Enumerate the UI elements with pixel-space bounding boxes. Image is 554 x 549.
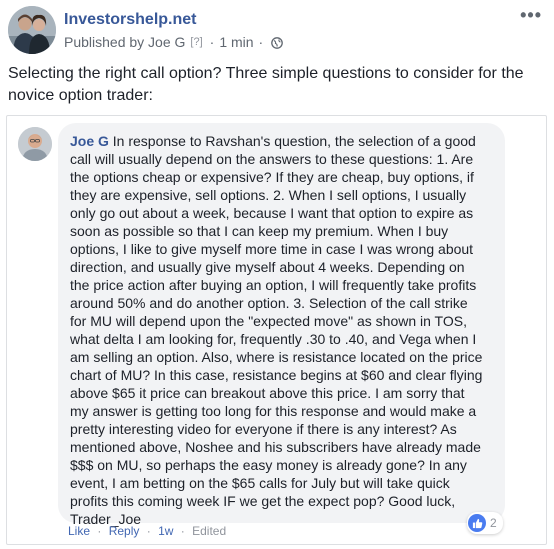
comment-line: my answer is getting too long for this r… <box>70 403 477 419</box>
edited-label[interactable]: Edited <box>192 524 226 538</box>
globe-icon[interactable] <box>271 36 284 49</box>
comment-line: event, I am betting on the $65 calls for… <box>70 475 450 491</box>
comment-line: direction, and usually give myself about… <box>70 259 465 275</box>
comment-line-1: Joe G In response to Ravshan's question,… <box>70 132 493 150</box>
publish-line: Published by Joe G [?] · 1 min · <box>64 34 284 50</box>
post-text: Selecting the right call option? Three s… <box>8 65 524 104</box>
meta-separator: · <box>209 34 215 50</box>
comment-line: $$$ on MU, so perhaps the easy money is … <box>70 457 467 473</box>
reaction-count: 2 <box>490 516 497 530</box>
action-separator: · <box>146 524 151 538</box>
comment-author-link[interactable]: Joe G <box>70 133 109 149</box>
comment-line: the price action after buying an option,… <box>70 277 477 293</box>
like-thumb-icon <box>468 514 486 532</box>
comment-line: call will usually depend on the answers … <box>70 151 474 167</box>
action-separator: · <box>180 524 185 538</box>
comment-line: am selling an option. Also, where is res… <box>70 349 483 365</box>
comment-actions: Like · Reply · 1w · Edited <box>68 524 226 538</box>
action-separator: · <box>97 524 102 538</box>
comment-line: mentioned above, Noshee and his subscrib… <box>70 439 481 455</box>
comment-line: profits this coming week IF we get the e… <box>70 493 456 509</box>
comment-line: pretty interesting video for everyone if… <box>70 421 457 437</box>
comment-line: around 50% and do another option. 3. Sel… <box>70 295 468 311</box>
comment-bubble: Joe G In response to Ravshan's question,… <box>58 123 505 527</box>
comment-line: soon as possible so that I can keep my p… <box>70 223 449 239</box>
comment-line: the options cheap or expensive? If they … <box>70 169 474 185</box>
comment-age-link[interactable]: 1w <box>158 524 173 538</box>
comment-text: In response to Ravshan's question, the s… <box>108 133 476 149</box>
reply-link[interactable]: Reply <box>109 524 140 538</box>
published-by-text: Published by Joe G <box>64 34 186 50</box>
more-options-icon[interactable]: ••• <box>520 6 542 24</box>
help-marker[interactable]: [?] <box>190 36 202 48</box>
comment-line: what delta I am looking for, frequently … <box>70 331 477 347</box>
comment-line: only go out about a week, because I want… <box>70 205 474 221</box>
page-name-link[interactable]: Investorshelp.net <box>64 11 196 29</box>
commenter-avatar[interactable] <box>18 127 52 161</box>
meta-separator: · <box>258 34 264 50</box>
reaction-count-badge[interactable]: 2 <box>467 512 503 534</box>
comment-line: options, I like to give myself more time… <box>70 241 474 257</box>
comment-line: for MU will depend upon the "expected mo… <box>70 313 467 329</box>
post-time[interactable]: 1 min <box>219 34 253 50</box>
comment-line: they are expensive, sell options. 2. Whe… <box>70 187 467 203</box>
comment-line: chart of MU? In this case, resistance be… <box>70 367 483 383</box>
like-link[interactable]: Like <box>68 524 90 538</box>
comment-section: Joe G In response to Ravshan's question,… <box>6 115 547 545</box>
comment-line: above $65 it price can breakout above th… <box>70 385 465 401</box>
page-avatar[interactable] <box>8 6 56 54</box>
post-header: Investorshelp.net Published by Joe G [?]… <box>8 6 546 58</box>
